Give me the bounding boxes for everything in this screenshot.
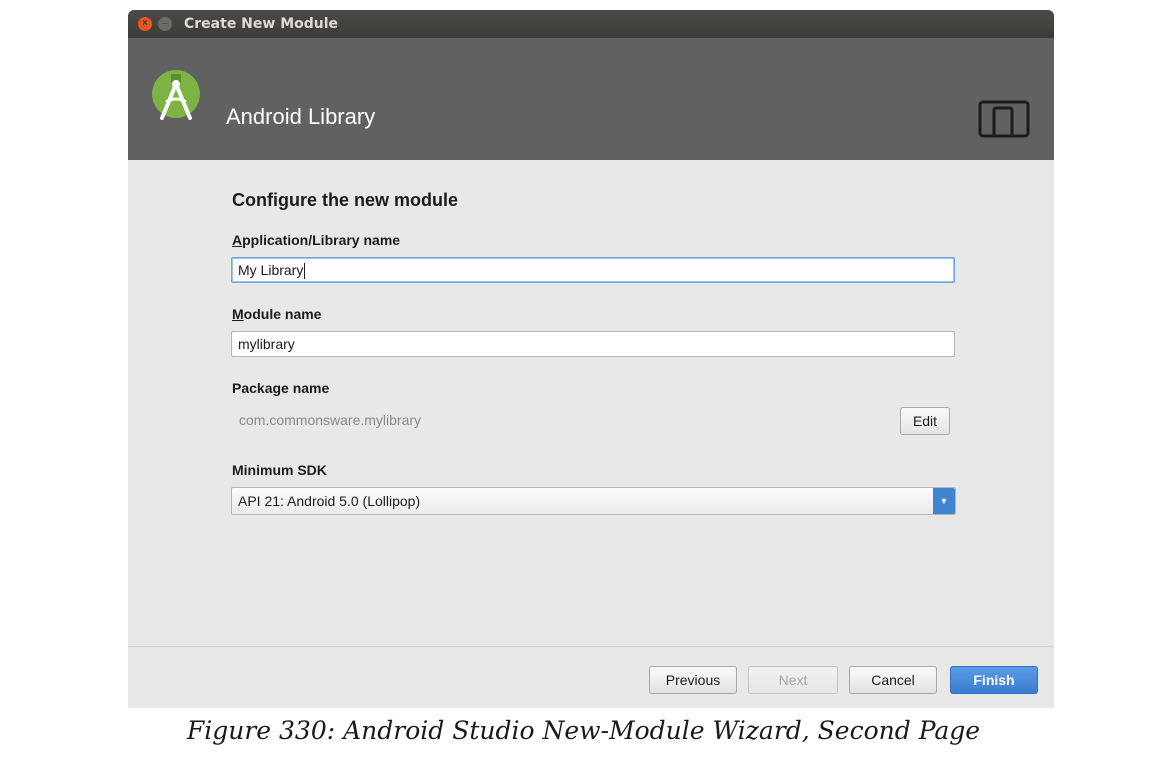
cancel-button[interactable]: Cancel <box>849 666 937 694</box>
edit-package-button[interactable]: Edit <box>900 407 950 435</box>
close-window-button[interactable]: × <box>138 17 152 31</box>
section-title: Configure the new module <box>232 190 459 210</box>
wizard-header: Android Library <box>128 38 1054 160</box>
minimize-window-button[interactable]: – <box>158 17 172 31</box>
module-name-label: Module name <box>232 306 321 322</box>
module-name-label-text: odule name <box>243 306 322 322</box>
app-name-label: Application/Library name <box>232 232 400 248</box>
next-button[interactable]: Next <box>748 666 838 694</box>
app-name-label-mnemonic: A <box>232 232 243 248</box>
module-name-value: mylibrary <box>238 336 295 352</box>
app-name-label-text: pplication/Library name <box>242 232 401 248</box>
header-title: Android Library <box>226 104 376 129</box>
package-name-value: com.commonsware.mylibrary <box>239 412 422 428</box>
app-name-value: My Library <box>238 262 304 278</box>
finish-button[interactable]: Finish <box>950 666 1038 694</box>
package-name-label: Package name <box>232 380 330 396</box>
title-bar: × – Create New Module <box>128 10 1054 38</box>
minimize-icon: – <box>162 18 168 29</box>
tablet-phone-icon <box>978 100 1030 138</box>
min-sdk-label: Minimum SDK <box>232 462 327 478</box>
close-icon: × <box>142 18 148 29</box>
footer-divider <box>128 646 1054 647</box>
android-studio-logo-icon <box>152 70 200 120</box>
dialog-window: × – Create New Module Android Library <box>128 10 1054 708</box>
module-name-label-mnemonic: M <box>232 306 244 322</box>
previous-button[interactable]: Previous <box>649 666 737 694</box>
app-name-input[interactable]: My Library <box>231 257 955 283</box>
figure-caption: Figure 330: Android Studio New-Module Wi… <box>186 716 981 745</box>
window-title: Create New Module <box>184 16 339 32</box>
min-sdk-value: API 21: Android 5.0 (Lollipop) <box>238 493 421 509</box>
module-name-input[interactable]: mylibrary <box>231 331 955 357</box>
text-caret <box>304 263 306 280</box>
chevron-down-icon[interactable]: ▼ <box>933 488 955 514</box>
min-sdk-select[interactable]: API 21: Android 5.0 (Lollipop) ▼ <box>231 487 956 515</box>
